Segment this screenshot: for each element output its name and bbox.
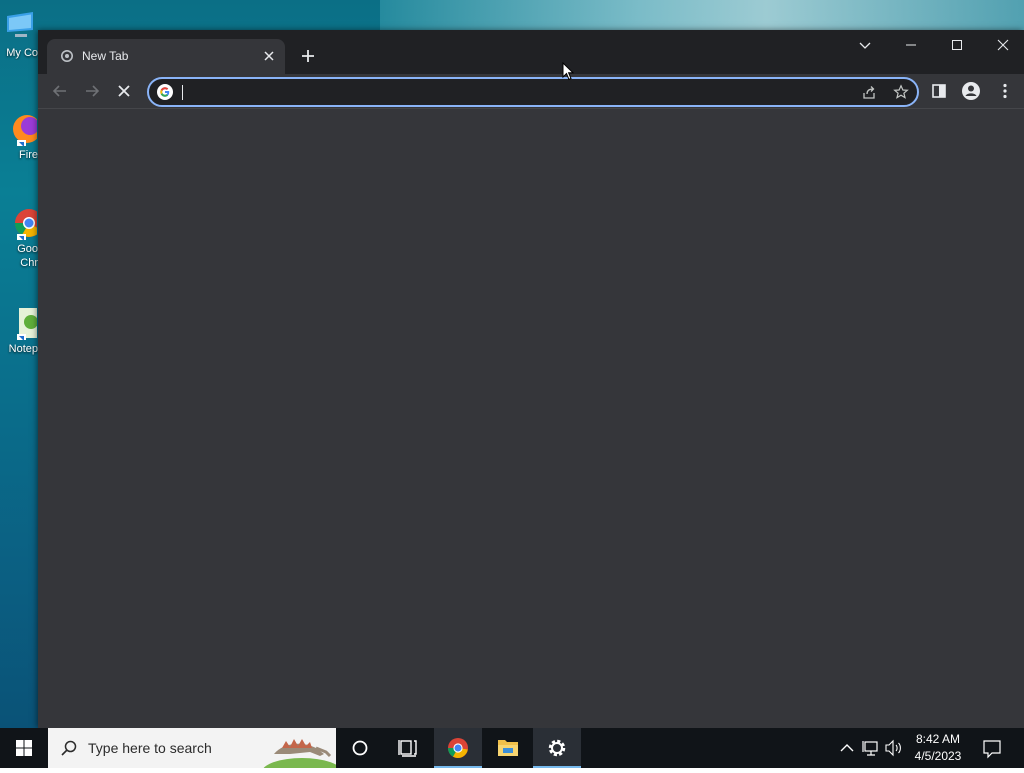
firefox-icon <box>13 115 37 146</box>
desktop-icon-label: My Co <box>6 47 38 59</box>
taskbar-clock[interactable]: 8:42 AM 4/5/2023 <box>900 731 976 765</box>
gear-icon <box>548 739 566 757</box>
maximize-icon <box>952 40 962 50</box>
tab-search-button[interactable] <box>842 30 888 60</box>
minimize-icon <box>906 44 916 46</box>
desktop-icon-label: Notep <box>8 343 38 355</box>
tab-search-icon <box>859 42 871 49</box>
plus-icon[interactable] <box>298 46 318 66</box>
back-arrow-icon[interactable] <box>49 80 71 102</box>
clock-date: 4/5/2023 <box>914 749 962 763</box>
network-icon[interactable] <box>861 728 881 768</box>
address-bar[interactable] <box>147 77 919 107</box>
taskbar-cortana[interactable] <box>336 728 384 768</box>
star-icon[interactable] <box>893 84 909 100</box>
mouse-cursor-icon <box>562 62 574 81</box>
desktop-icon-label-line2: Chr <box>20 257 38 269</box>
notification-icon[interactable] <box>980 728 1004 768</box>
start-button[interactable] <box>0 728 48 768</box>
cortana-circle-icon <box>352 740 368 756</box>
browser-toolbar <box>38 74 1024 109</box>
notepad-icon <box>17 308 37 340</box>
taskbar: Type here to search 8:42 AM 4/5/2023 <box>0 728 1024 768</box>
chrome-icon <box>15 209 37 240</box>
share-icon[interactable] <box>861 84 877 100</box>
desktop-icon-label: Fire <box>19 149 38 161</box>
taskbar-settings[interactable] <box>533 728 581 768</box>
windows-logo-icon <box>16 740 32 756</box>
chrome-icon <box>447 738 468 758</box>
profile-icon[interactable] <box>960 80 982 102</box>
close-icon[interactable] <box>261 48 277 64</box>
search-placeholder: Type here to search <box>88 740 212 756</box>
search-icon <box>61 740 77 756</box>
taskbar-search-box[interactable]: Type here to search <box>48 728 336 768</box>
taskbar-task-view[interactable] <box>384 728 432 768</box>
stop-loading-icon[interactable] <box>113 80 135 102</box>
maximize-button[interactable] <box>934 30 980 60</box>
tab-new-tab[interactable]: New Tab <box>47 39 285 74</box>
clock-time: 8:42 AM <box>915 732 961 746</box>
text-caret <box>182 85 183 100</box>
side-panel-icon[interactable] <box>928 80 950 102</box>
more-vert-icon[interactable] <box>994 80 1016 102</box>
taskbar-chrome[interactable] <box>434 728 482 768</box>
computer-icon <box>7 12 33 37</box>
task-view-icon <box>398 740 417 757</box>
window-close-button[interactable] <box>980 30 1024 60</box>
desktop-icon-label: Goo <box>17 243 38 255</box>
forward-arrow-icon[interactable] <box>81 80 103 102</box>
close-icon <box>997 39 1009 51</box>
chrome-favicon-icon <box>61 50 73 62</box>
desktop-icon-my-computer[interactable]: My Co <box>0 10 40 60</box>
folder-icon <box>498 740 518 756</box>
tab-title: New Tab <box>82 49 129 63</box>
chevron-up-icon[interactable] <box>838 728 856 768</box>
browser-window: New Tab <box>38 30 1024 728</box>
omnibox-input[interactable] <box>179 82 829 102</box>
taskbar-file-explorer[interactable] <box>484 728 532 768</box>
browser-titlebar[interactable]: New Tab <box>38 30 1024 74</box>
search-highlight-art <box>263 739 336 768</box>
desktop-icon-firefox[interactable]: Fire <box>0 112 40 162</box>
desktop-icon-google-chrome[interactable]: Goo Chr <box>0 206 40 270</box>
desktop-icon-notepad[interactable]: Notep <box>0 306 40 356</box>
minimize-button[interactable] <box>888 30 934 60</box>
google-g-icon <box>157 84 173 100</box>
wallpaper-highlight <box>380 0 1024 30</box>
page-content <box>38 109 1024 728</box>
